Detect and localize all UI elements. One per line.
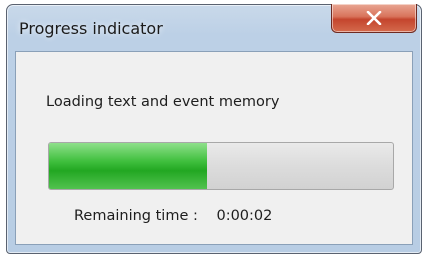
progress-bar: [48, 142, 394, 190]
progress-bar-fill: [49, 143, 208, 189]
remaining-time-label: Remaining time :: [74, 208, 198, 224]
progress-dialog-window: Progress indicator Loading text and even…: [6, 4, 422, 254]
window-title: Progress indicator: [19, 19, 163, 38]
title-bar[interactable]: Progress indicator: [7, 4, 421, 51]
dialog-content: Loading text and event memory Remaining …: [15, 51, 413, 245]
remaining-time-row: Remaining time : 0:00:02: [74, 208, 272, 224]
remaining-time-value: 0:00:02: [216, 208, 273, 224]
close-button[interactable]: [331, 4, 417, 33]
close-x-icon: [366, 11, 382, 25]
status-message: Loading text and event memory: [46, 94, 280, 110]
